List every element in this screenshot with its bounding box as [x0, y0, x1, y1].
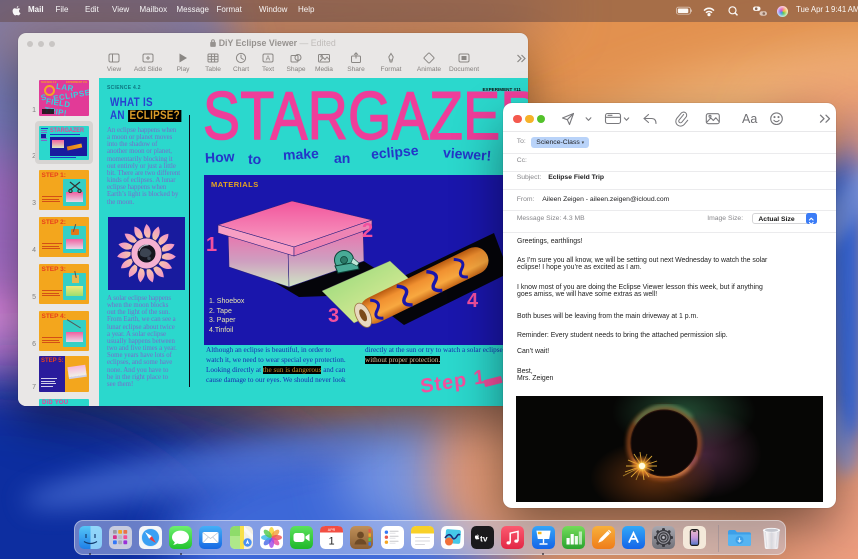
- svg-text:APR: APR: [328, 528, 336, 532]
- svg-text:Aa: Aa: [742, 112, 757, 126]
- svg-text:2: 2: [362, 220, 373, 242]
- svg-text:3: 3: [328, 305, 339, 327]
- svg-text:tv: tv: [480, 533, 488, 543]
- svg-text:1: 1: [206, 234, 217, 256]
- svg-text:4: 4: [467, 290, 479, 312]
- svg-text:1: 1: [329, 536, 335, 548]
- svg-text:A: A: [266, 56, 271, 63]
